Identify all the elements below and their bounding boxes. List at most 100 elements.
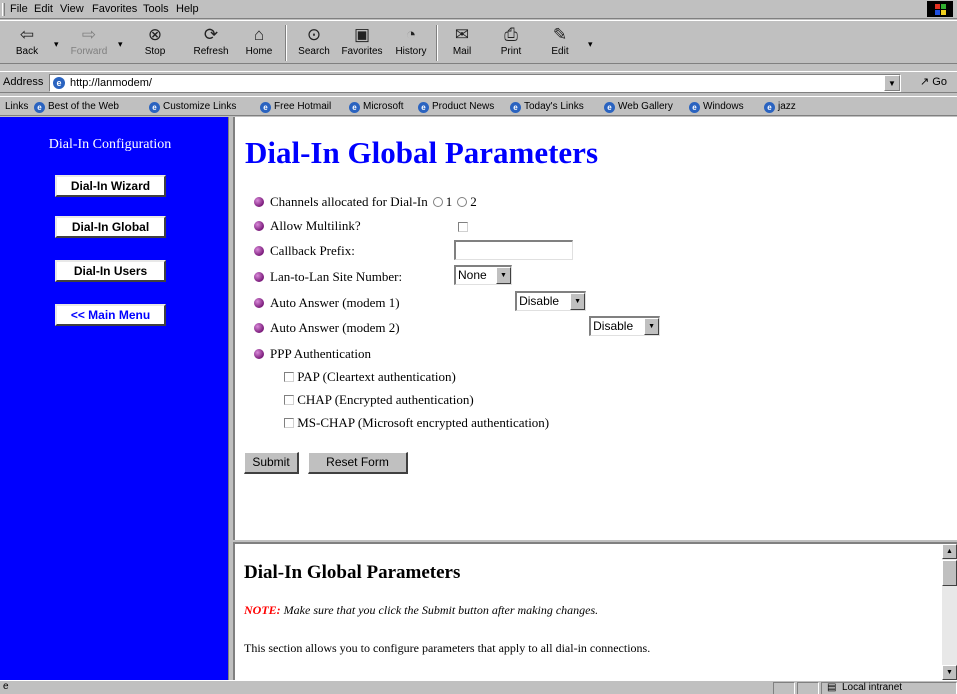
multilink-label: Allow Multilink?	[270, 218, 361, 233]
address-label: Address	[3, 76, 44, 88]
site-number-select[interactable]: None ▼	[454, 265, 512, 285]
edit-icon: ✎	[552, 25, 568, 44]
stop-button[interactable]: ⊗ Stop	[130, 23, 180, 63]
link-product-news[interactable]: e Product News	[418, 101, 494, 113]
submit-button[interactable]: Submit	[244, 452, 299, 474]
menu-bar: File Edit View Favorites Tools Help	[0, 0, 957, 19]
channels-row: Channels allocated for Dial-In 1 2	[254, 194, 477, 210]
links-bar: Links e Best of the Web e Customize Links …	[0, 96, 957, 116]
ie-page-icon: e	[149, 102, 160, 113]
link-free-hotmail[interactable]: e Free Hotmail	[260, 101, 331, 113]
forward-button[interactable]: ⇨ Forward	[64, 23, 114, 63]
menu-view[interactable]: View	[60, 3, 84, 15]
history-button[interactable]: ◔ History	[386, 23, 436, 63]
multilink-row: Allow Multilink?	[254, 218, 361, 234]
link-jazz[interactable]: e jazz	[764, 101, 796, 113]
home-button[interactable]: ⌂ Home	[234, 23, 284, 63]
bullet-icon	[254, 221, 264, 231]
favorites-folder-icon: ▣	[353, 25, 371, 44]
callback-label: Callback Prefix:	[270, 243, 355, 258]
ms-chap-checkbox[interactable]	[284, 418, 294, 428]
menu-favorites[interactable]: Favorites	[92, 3, 137, 15]
back-dropdown-icon[interactable]: ▾	[54, 39, 59, 50]
chap-checkbox[interactable]	[284, 395, 294, 405]
help-title: Dial-In Global Parameters	[244, 562, 461, 583]
status-bar: e ▤ Local intranet	[0, 680, 957, 694]
refresh-button[interactable]: ⟳ Refresh	[186, 23, 236, 63]
chevron-down-icon[interactable]: ▼	[644, 318, 660, 335]
ie-page-icon: e	[604, 102, 615, 113]
link-microsoft[interactable]: e Microsoft	[349, 101, 404, 113]
windows-logo-icon	[927, 1, 953, 17]
link-customize-links[interactable]: e Customize Links	[149, 101, 236, 113]
menu-help[interactable]: Help	[176, 3, 199, 15]
bullet-icon	[254, 323, 264, 333]
mail-button[interactable]: ✉ Mail	[437, 23, 487, 63]
bullet-icon	[254, 246, 264, 256]
help-note: NOTE: Make sure that you click the Submi…	[244, 603, 598, 618]
ie-page-icon: e	[34, 102, 45, 113]
ie-page-icon: e	[53, 77, 65, 89]
menu-grip	[2, 3, 5, 16]
sidebar-title: Dial-In Configuration	[48, 137, 172, 152]
chevron-down-icon[interactable]: ▼	[884, 75, 900, 91]
channel-1-radio[interactable]	[432, 197, 443, 207]
ppp-label: PPP Authentication	[270, 346, 371, 361]
print-icon: ⎙	[504, 25, 518, 44]
help-text: This section allows you to configure par…	[244, 641, 651, 655]
auto-answer-1-select[interactable]: Disable ▼	[515, 291, 587, 311]
scroll-down-icon[interactable]: ▼	[942, 665, 957, 680]
pap-option: PAP (Cleartext authentication)	[284, 369, 456, 385]
channel-2-label: 2	[470, 194, 477, 209]
scroll-thumb[interactable]	[942, 560, 957, 586]
link-web-gallery[interactable]: e Web Gallery	[604, 101, 673, 113]
print-button[interactable]: ⎙ Print	[486, 23, 536, 63]
reset-form-button[interactable]: Reset Form	[308, 452, 408, 474]
ie-page-icon: e	[260, 102, 271, 113]
link-windows[interactable]: e Windows	[689, 101, 744, 113]
address-url: http://lanmodem/	[70, 77, 152, 89]
chevron-down-icon[interactable]: ▼	[570, 293, 586, 310]
main-menu-button[interactable]: << Main Menu	[55, 304, 166, 326]
address-input[interactable]: e http://lanmodem/ ▼	[49, 74, 901, 92]
stop-icon: ⊗	[147, 25, 163, 44]
menu-file[interactable]: File	[10, 3, 28, 15]
sidebar-frame: Dial-In Configuration Dial-In Wizard Dia…	[0, 117, 229, 680]
bullet-icon	[254, 197, 264, 207]
page-title: Dial-In Global Parameters	[245, 135, 599, 170]
search-button[interactable]: ⊙ Search	[289, 23, 339, 63]
ie-page-icon: e	[689, 102, 700, 113]
link-todays-links[interactable]: e Today's Links	[510, 101, 584, 113]
help-scrollbar[interactable]: ▲ ▼	[942, 544, 957, 680]
dial-in-global-button[interactable]: Dial-In Global	[55, 216, 166, 238]
multilink-checkbox[interactable]	[458, 222, 468, 232]
forward-dropdown-icon[interactable]: ▾	[118, 39, 123, 50]
favorites-button[interactable]: ▣ Favorites	[337, 23, 387, 63]
scroll-up-icon[interactable]: ▲	[942, 544, 957, 559]
zone-label: Local intranet	[842, 682, 903, 693]
callback-prefix-input[interactable]	[454, 240, 573, 260]
pap-checkbox[interactable]	[284, 372, 294, 382]
note-label: NOTE:	[244, 603, 281, 617]
home-icon: ⌂	[253, 25, 265, 44]
edit-button[interactable]: ✎ Edit	[535, 23, 585, 63]
channels-label: Channels allocated for Dial-In	[270, 194, 428, 209]
menu-tools[interactable]: Tools	[143, 3, 169, 15]
edit-dropdown-icon[interactable]: ▾	[588, 39, 593, 50]
search-icon: ⊙	[306, 25, 322, 44]
link-best-of-the-web[interactable]: e Best of the Web	[34, 101, 119, 113]
auto-answer-2-label: Auto Answer (modem 2)	[270, 320, 400, 335]
auto-answer-2-select[interactable]: Disable ▼	[589, 316, 661, 336]
address-bar: Address e http://lanmodem/ ▼ ↗ Go	[0, 71, 957, 93]
chevron-down-icon[interactable]: ▼	[496, 267, 511, 284]
channel-2-radio[interactable]	[457, 197, 468, 207]
dial-in-users-button[interactable]: Dial-In Users	[55, 260, 166, 282]
go-button[interactable]: ↗ Go	[920, 75, 947, 88]
menu-edit[interactable]: Edit	[34, 3, 53, 15]
back-button[interactable]: ⇦ Back	[2, 23, 52, 63]
ms-chap-option: MS-CHAP (Microsoft encrypted authenticat…	[284, 415, 549, 431]
chap-option: CHAP (Encrypted authentication)	[284, 392, 474, 408]
site-number-label: Lan-to-Lan Site Number:	[270, 269, 403, 284]
status-ie-icon: e	[3, 681, 9, 692]
dial-in-wizard-button[interactable]: Dial-In Wizard	[55, 175, 166, 197]
